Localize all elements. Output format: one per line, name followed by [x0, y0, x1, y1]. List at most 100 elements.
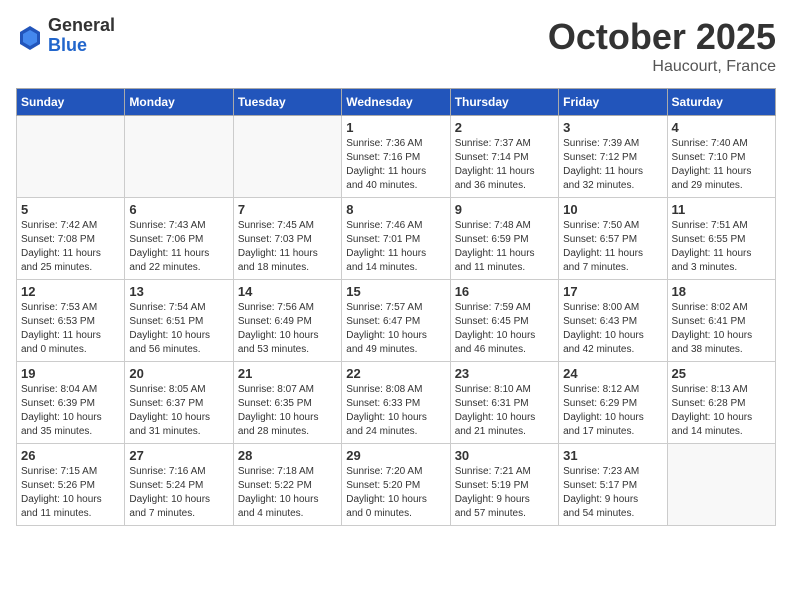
- calendar-cell: 5 Sunrise: 7:42 AM Sunset: 7:08 PM Daylig…: [17, 198, 125, 280]
- day-number: 9: [455, 202, 554, 217]
- calendar-header-cell: Friday: [559, 89, 667, 116]
- calendar-header-cell: Wednesday: [342, 89, 450, 116]
- calendar-header-cell: Sunday: [17, 89, 125, 116]
- calendar-cell: 24 Sunrise: 8:12 AM Sunset: 6:29 PM Dayli…: [559, 362, 667, 444]
- calendar-cell: 21Sunrise: 8:07 AM Sunset: 6:35 PM Dayli…: [233, 362, 341, 444]
- location-title: Haucourt, France: [548, 58, 776, 76]
- day-info: Sunrise: 8:07 AM Sunset: 6:35 PM Dayligh…: [238, 383, 337, 439]
- calendar-cell: 7 Sunrise: 7:45 AM Sunset: 7:03 PM Daylig…: [233, 198, 341, 280]
- day-number: 12: [21, 284, 120, 299]
- calendar-cell: 19Sunrise: 8:04 AM Sunset: 6:39 PM Dayli…: [17, 362, 125, 444]
- day-info: Sunrise: 8:05 AM Sunset: 6:37 PM Dayligh…: [129, 383, 228, 439]
- calendar-header-cell: Thursday: [450, 89, 558, 116]
- day-info: Sunrise: 7:40 AM Sunset: 7:10 PM Dayligh…: [672, 137, 771, 193]
- day-number: 30: [455, 448, 554, 463]
- day-info: Sunrise: 7:18 AM Sunset: 5:22 PM Dayligh…: [238, 465, 337, 521]
- day-number: 24: [563, 366, 662, 381]
- calendar-cell: 3 Sunrise: 7:39 AM Sunset: 7:12 PM Daylig…: [559, 116, 667, 198]
- day-info: Sunrise: 7:59 AM Sunset: 6:45 PM Dayligh…: [455, 301, 554, 357]
- calendar-cell: 22 Sunrise: 8:08 AM Sunset: 6:33 PM Dayli…: [342, 362, 450, 444]
- calendar-cell: 20 Sunrise: 8:05 AM Sunset: 6:37 PM Dayli…: [125, 362, 233, 444]
- day-number: 8: [346, 202, 445, 217]
- logo-icon: [16, 22, 44, 50]
- calendar-cell: 17 Sunrise: 8:00 AM Sunset: 6:43 PM Dayli…: [559, 280, 667, 362]
- calendar-body: 1Sunrise: 7:36 AM Sunset: 7:16 PM Daylig…: [17, 116, 776, 526]
- day-number: 15: [346, 284, 445, 299]
- day-number: 16: [455, 284, 554, 299]
- day-info: Sunrise: 8:02 AM Sunset: 6:41 PM Dayligh…: [672, 301, 771, 357]
- day-info: Sunrise: 7:42 AM Sunset: 7:08 PM Dayligh…: [21, 219, 120, 275]
- day-info: Sunrise: 7:53 AM Sunset: 6:53 PM Dayligh…: [21, 301, 120, 357]
- day-number: 2: [455, 120, 554, 135]
- title-area: October 2025 Haucourt, France: [548, 16, 776, 76]
- day-info: Sunrise: 7:46 AM Sunset: 7:01 PM Dayligh…: [346, 219, 445, 275]
- calendar-cell: 27 Sunrise: 7:16 AM Sunset: 5:24 PM Dayli…: [125, 444, 233, 526]
- day-info: Sunrise: 7:21 AM Sunset: 5:19 PM Dayligh…: [455, 465, 554, 521]
- calendar-cell: 14 Sunrise: 7:56 AM Sunset: 6:49 PM Dayli…: [233, 280, 341, 362]
- calendar: SundayMondayTuesdayWednesdayThursdayFrid…: [16, 88, 776, 526]
- day-info: Sunrise: 7:54 AM Sunset: 6:51 PM Dayligh…: [129, 301, 228, 357]
- calendar-cell: [17, 116, 125, 198]
- month-title: October 2025: [548, 16, 776, 58]
- day-number: 14: [238, 284, 337, 299]
- day-info: Sunrise: 7:20 AM Sunset: 5:20 PM Dayligh…: [346, 465, 445, 521]
- calendar-week-row: 5 Sunrise: 7:42 AM Sunset: 7:08 PM Daylig…: [17, 198, 776, 280]
- day-number: 28: [238, 448, 337, 463]
- day-info: Sunrise: 7:50 AM Sunset: 6:57 PM Dayligh…: [563, 219, 662, 275]
- day-info: Sunrise: 7:15 AM Sunset: 5:26 PM Dayligh…: [21, 465, 120, 521]
- logo-text: General Blue: [48, 16, 115, 56]
- day-info: Sunrise: 7:56 AM Sunset: 6:49 PM Dayligh…: [238, 301, 337, 357]
- calendar-cell: 11Sunrise: 7:51 AM Sunset: 6:55 PM Dayli…: [667, 198, 775, 280]
- calendar-week-row: 12 Sunrise: 7:53 AM Sunset: 6:53 PM Dayli…: [17, 280, 776, 362]
- day-info: Sunrise: 7:39 AM Sunset: 7:12 PM Dayligh…: [563, 137, 662, 193]
- day-info: Sunrise: 8:00 AM Sunset: 6:43 PM Dayligh…: [563, 301, 662, 357]
- day-number: 7: [238, 202, 337, 217]
- day-number: 13: [129, 284, 228, 299]
- day-info: Sunrise: 7:43 AM Sunset: 7:06 PM Dayligh…: [129, 219, 228, 275]
- day-number: 18: [672, 284, 771, 299]
- day-number: 23: [455, 366, 554, 381]
- calendar-cell: 29 Sunrise: 7:20 AM Sunset: 5:20 PM Dayli…: [342, 444, 450, 526]
- day-number: 25: [672, 366, 771, 381]
- calendar-cell: 2Sunrise: 7:37 AM Sunset: 7:14 PM Daylig…: [450, 116, 558, 198]
- calendar-week-row: 1Sunrise: 7:36 AM Sunset: 7:16 PM Daylig…: [17, 116, 776, 198]
- calendar-cell: 30 Sunrise: 7:21 AM Sunset: 5:19 PM Dayli…: [450, 444, 558, 526]
- calendar-cell: 28 Sunrise: 7:18 AM Sunset: 5:22 PM Dayli…: [233, 444, 341, 526]
- day-number: 22: [346, 366, 445, 381]
- day-number: 1: [346, 120, 445, 135]
- calendar-cell: 31Sunrise: 7:23 AM Sunset: 5:17 PM Dayli…: [559, 444, 667, 526]
- day-number: 17: [563, 284, 662, 299]
- calendar-header-cell: Monday: [125, 89, 233, 116]
- calendar-cell: [667, 444, 775, 526]
- day-info: Sunrise: 8:13 AM Sunset: 6:28 PM Dayligh…: [672, 383, 771, 439]
- day-number: 26: [21, 448, 120, 463]
- day-number: 31: [563, 448, 662, 463]
- day-info: Sunrise: 7:16 AM Sunset: 5:24 PM Dayligh…: [129, 465, 228, 521]
- calendar-cell: 16 Sunrise: 7:59 AM Sunset: 6:45 PM Dayli…: [450, 280, 558, 362]
- calendar-cell: 25 Sunrise: 8:13 AM Sunset: 6:28 PM Dayli…: [667, 362, 775, 444]
- day-number: 27: [129, 448, 228, 463]
- calendar-cell: 18 Sunrise: 8:02 AM Sunset: 6:41 PM Dayli…: [667, 280, 775, 362]
- calendar-cell: 26 Sunrise: 7:15 AM Sunset: 5:26 PM Dayli…: [17, 444, 125, 526]
- calendar-cell: 23Sunrise: 8:10 AM Sunset: 6:31 PM Dayli…: [450, 362, 558, 444]
- calendar-cell: 10Sunrise: 7:50 AM Sunset: 6:57 PM Dayli…: [559, 198, 667, 280]
- day-number: 3: [563, 120, 662, 135]
- day-info: Sunrise: 7:45 AM Sunset: 7:03 PM Dayligh…: [238, 219, 337, 275]
- calendar-cell: 1Sunrise: 7:36 AM Sunset: 7:16 PM Daylig…: [342, 116, 450, 198]
- calendar-header-cell: Tuesday: [233, 89, 341, 116]
- day-number: 29: [346, 448, 445, 463]
- day-number: 6: [129, 202, 228, 217]
- day-info: Sunrise: 8:08 AM Sunset: 6:33 PM Dayligh…: [346, 383, 445, 439]
- calendar-cell: 9Sunrise: 7:48 AM Sunset: 6:59 PM Daylig…: [450, 198, 558, 280]
- day-info: Sunrise: 7:57 AM Sunset: 6:47 PM Dayligh…: [346, 301, 445, 357]
- logo: General Blue: [16, 16, 115, 56]
- header: General Blue October 2025 Haucourt, Fran…: [16, 16, 776, 76]
- day-number: 20: [129, 366, 228, 381]
- calendar-cell: 15 Sunrise: 7:57 AM Sunset: 6:47 PM Dayli…: [342, 280, 450, 362]
- calendar-cell: 6 Sunrise: 7:43 AM Sunset: 7:06 PM Daylig…: [125, 198, 233, 280]
- day-number: 5: [21, 202, 120, 217]
- calendar-cell: [125, 116, 233, 198]
- day-info: Sunrise: 8:12 AM Sunset: 6:29 PM Dayligh…: [563, 383, 662, 439]
- calendar-week-row: 26 Sunrise: 7:15 AM Sunset: 5:26 PM Dayli…: [17, 444, 776, 526]
- calendar-header-cell: Saturday: [667, 89, 775, 116]
